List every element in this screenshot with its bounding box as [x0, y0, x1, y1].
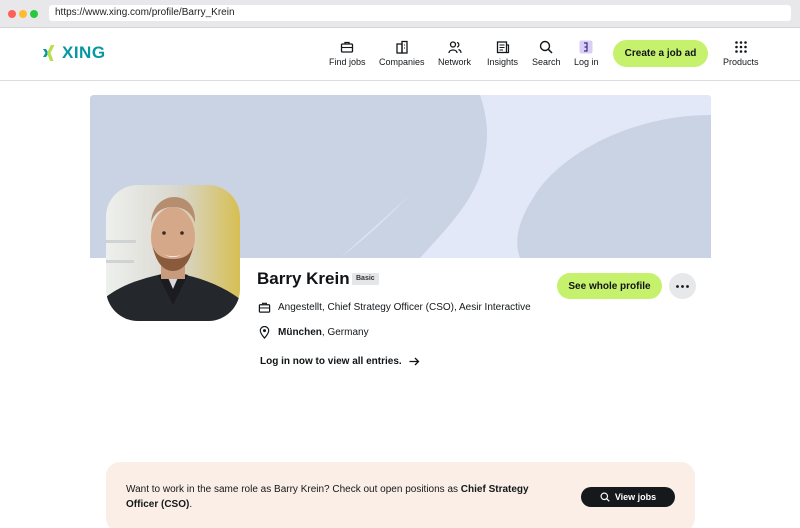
- news-icon: [496, 40, 510, 54]
- membership-badge: Basic: [352, 273, 379, 285]
- maximize-window-icon[interactable]: [30, 10, 38, 18]
- profile-photo-image: [106, 185, 240, 321]
- search-icon: [539, 40, 553, 54]
- login-icon: [579, 40, 593, 54]
- view-jobs-button[interactable]: View jobs: [581, 487, 675, 507]
- people-icon: [447, 40, 462, 54]
- nav-search[interactable]: Search: [532, 40, 561, 67]
- grid-icon: [734, 40, 748, 54]
- arrow-right-icon: [409, 357, 420, 366]
- briefcase-icon: [258, 301, 271, 314]
- nav-label: Products: [723, 57, 759, 67]
- location-row: München, Germany: [258, 325, 369, 339]
- banner-text-suffix: .: [189, 499, 193, 510]
- nav-companies[interactable]: Companies: [379, 40, 425, 67]
- nav-log-in[interactable]: Log in: [574, 40, 599, 67]
- position-row: Angestellt, Chief Strategy Officer (CSO)…: [258, 301, 531, 314]
- nav-network[interactable]: Network: [438, 40, 471, 67]
- profile-photo[interactable]: [106, 185, 240, 321]
- more-options-button[interactable]: [669, 273, 696, 299]
- address-bar[interactable]: https://www.xing.com/profile/Barry_Krein: [49, 5, 791, 21]
- job-suggestion-banner: Want to work in the same role as Barry K…: [106, 462, 695, 528]
- location-pin-icon: [258, 325, 271, 339]
- browser-chrome: https://www.xing.com/profile/Barry_Krein: [0, 0, 800, 28]
- position-text: Angestellt, Chief Strategy Officer (CSO)…: [278, 302, 531, 313]
- nav-label: Log in: [574, 57, 599, 67]
- view-jobs-label: View jobs: [614, 492, 657, 502]
- nav-label: Network: [438, 57, 472, 67]
- nav-label: Companies: [379, 57, 425, 67]
- close-window-icon[interactable]: [8, 10, 16, 18]
- site-header: XING Find jobs Companies Network Insight…: [0, 28, 800, 81]
- more-dots-icon: [676, 284, 689, 288]
- nav-label: Search: [532, 57, 561, 67]
- banner-text: Want to work in the same role as Barry K…: [126, 482, 546, 512]
- login-to-view-link[interactable]: Log in now to view all entries.: [260, 356, 420, 367]
- profile-name: Barry Krein: [257, 269, 350, 288]
- building-icon: [395, 40, 409, 54]
- logo-text: XING: [62, 43, 106, 62]
- briefcase-icon: [340, 40, 354, 54]
- search-icon: [600, 492, 610, 502]
- xing-logo[interactable]: XING: [42, 43, 106, 63]
- location-city: München: [278, 327, 322, 338]
- nav-products[interactable]: Products: [723, 40, 759, 67]
- location-country: , Germany: [321, 327, 369, 338]
- nav-insights[interactable]: Insights: [487, 40, 518, 67]
- nav-label: Find jobs: [329, 57, 366, 67]
- banner-text-prefix: Want to work in the same role as Barry K…: [126, 484, 461, 495]
- login-link-text: Log in now to view all entries.: [260, 356, 402, 367]
- minimize-window-icon[interactable]: [19, 10, 27, 18]
- xing-logo-icon: [43, 45, 55, 61]
- nav-find-jobs[interactable]: Find jobs: [329, 40, 366, 67]
- nav-label: Insights: [487, 57, 519, 67]
- see-whole-profile-button[interactable]: See whole profile: [557, 273, 662, 299]
- create-job-ad-button[interactable]: Create a job ad: [613, 40, 708, 67]
